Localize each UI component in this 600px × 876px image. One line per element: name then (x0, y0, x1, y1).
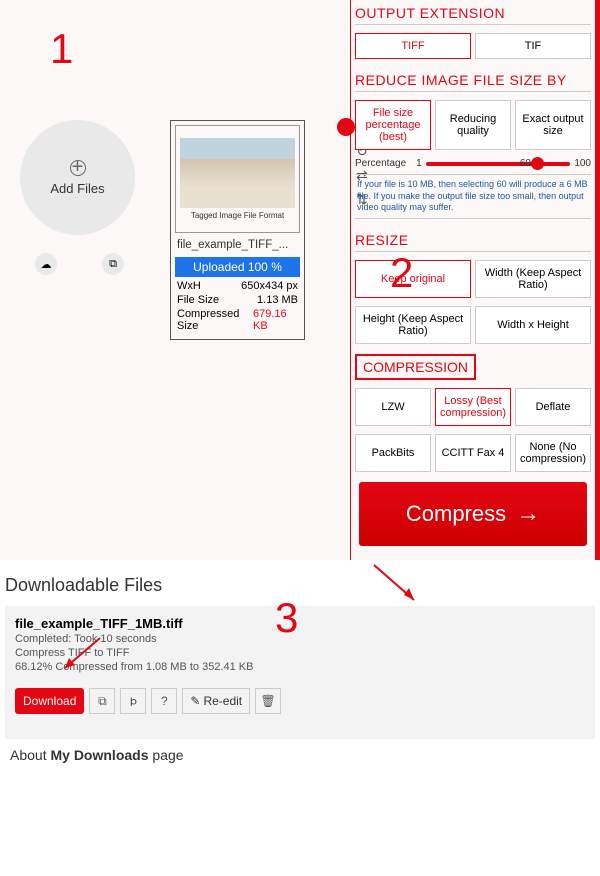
reedit-button[interactable]: ✎Re-edit (182, 688, 250, 714)
file-thumbnail: Tagged Image File Format (175, 125, 300, 233)
output-extension-header: OUTPUT EXTENSION (355, 2, 591, 25)
arrow-to-download (55, 633, 105, 681)
about-downloads-link[interactable]: About My Downloads page (5, 739, 595, 771)
reduce-help-text: If your file is 10 MB, then selecting 60… (355, 174, 591, 219)
arrow-right-icon: → (516, 500, 540, 528)
edit-icon: ✎ (190, 694, 200, 708)
download-result-box: file_example_TIFF_1MB.tiff Completed: To… (5, 606, 595, 739)
step-marker-3: 3 (275, 594, 298, 642)
about-bold: My Downloads (50, 747, 148, 763)
compression-header: COMPRESSION (355, 354, 476, 380)
arrow-to-compress (369, 560, 429, 615)
cloud-upload-icon[interactable]: ☁ (35, 253, 57, 275)
slider-tick-60: 60 (520, 158, 531, 169)
ext-option-tiff[interactable]: TIFF (355, 33, 471, 59)
wxh-value: 650x434 px (241, 280, 298, 292)
add-files-label: Add Files (50, 181, 104, 196)
reduce-header: REDUCE IMAGE FILE SIZE BY (355, 69, 591, 92)
percentage-label: Percentage (355, 158, 406, 169)
percentage-slider[interactable] (426, 162, 571, 166)
size-value: 1.13 MB (257, 294, 298, 306)
comp-opt-deflate[interactable]: Deflate (515, 388, 591, 426)
slider-tick-max: 100 (574, 158, 591, 169)
trash-icon[interactable]: 🗑 (255, 688, 281, 714)
downloadable-header: Downloadable Files (5, 575, 595, 596)
comp-opt-ccitt[interactable]: CCITT Fax 4 (435, 434, 511, 472)
about-prefix: About (10, 747, 50, 763)
upload-status: Uploaded 100 % (175, 257, 300, 277)
remove-file-button[interactable] (337, 118, 355, 136)
dropbox-save-icon[interactable]: ⧉ (89, 688, 115, 714)
step-marker-2: 2 (390, 249, 413, 297)
plus-icon: + (70, 160, 86, 176)
comp-opt-lzw[interactable]: LZW (355, 388, 431, 426)
comp-value: 679.16 KB (253, 308, 298, 332)
reduce-opt-percentage[interactable]: File size percentage (best) (355, 100, 431, 150)
link-icon[interactable]: 𐓄 (120, 688, 146, 714)
slider-thumb[interactable] (531, 157, 544, 170)
reduce-opt-exact[interactable]: Exact output size (515, 100, 591, 150)
reedit-label: Re-edit (203, 694, 242, 708)
comp-opt-packbits[interactable]: PackBits (355, 434, 431, 472)
step-marker-1: 1 (50, 25, 73, 73)
dropbox-icon[interactable]: ⧉ (102, 253, 124, 275)
file-card: Tagged Image File Format file_example_TI… (170, 120, 305, 340)
download-button[interactable]: Download (15, 688, 84, 714)
comp-opt-none[interactable]: None (No compression) (515, 434, 591, 472)
ext-option-tif[interactable]: TIF (475, 33, 591, 59)
wxh-label: WxH (177, 280, 201, 292)
help-icon[interactable]: ? (151, 688, 177, 714)
compress-button[interactable]: Compress → (359, 482, 587, 546)
thumb-caption: Tagged Image File Format (191, 211, 284, 220)
comp-label: Compressed Size (177, 308, 253, 332)
resize-opt-wxh[interactable]: Width x Height (475, 306, 591, 344)
comp-opt-lossy[interactable]: Lossy (Best compression) (435, 388, 511, 426)
about-suffix: page (149, 747, 184, 763)
compress-label: Compress (406, 501, 506, 527)
resize-opt-height[interactable]: Height (Keep Aspect Ratio) (355, 306, 471, 344)
file-name: file_example_TIFF_... (175, 233, 300, 257)
reduce-opt-quality[interactable]: Reducing quality (435, 100, 511, 150)
result-filename: file_example_TIFF_1MB.tiff (15, 616, 585, 631)
add-files-button[interactable]: + Add Files (20, 120, 135, 235)
size-label: File Size (177, 294, 219, 306)
slider-tick-min: 1 (416, 158, 422, 169)
resize-opt-width[interactable]: Width (Keep Aspect Ratio) (475, 260, 591, 298)
